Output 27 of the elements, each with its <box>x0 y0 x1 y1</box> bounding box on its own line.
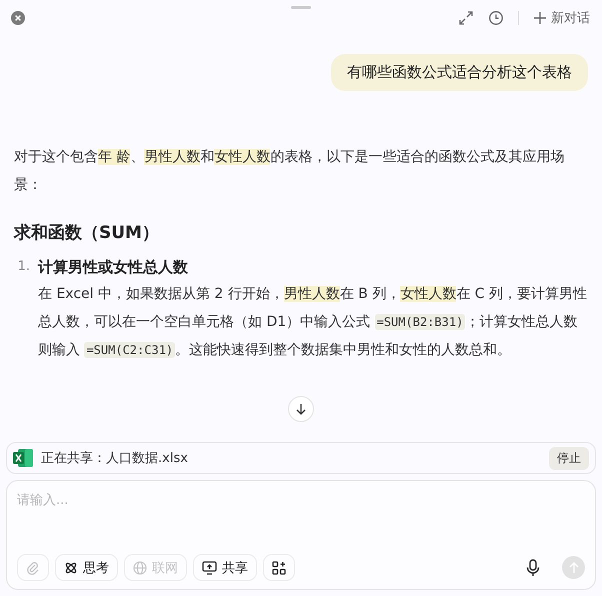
microphone-icon[interactable] <box>526 558 540 576</box>
paperclip-icon <box>26 560 40 574</box>
apps-button[interactable] <box>263 554 295 581</box>
drag-handle[interactable] <box>291 6 311 9</box>
arrow-down-icon <box>295 403 307 415</box>
answer-paragraph: 对于这个包含年 龄、男性人数和女性人数的表格，以下是一些适合的函数公式及其应用场景： <box>14 148 566 195</box>
scroll-down-button[interactable] <box>288 396 314 422</box>
apps-grid-icon <box>272 560 286 574</box>
new-chat-button[interactable]: 新对话 <box>533 9 590 27</box>
arrow-up-icon <box>568 562 578 574</box>
think-button[interactable]: 思考 <box>55 554 118 581</box>
share-button[interactable]: 共享 <box>193 554 257 581</box>
close-icon[interactable] <box>11 11 25 25</box>
atom-icon <box>64 560 78 574</box>
monitor-icon <box>202 560 217 574</box>
history-icon[interactable] <box>488 10 504 26</box>
section-heading: 求和函数（SUM） <box>14 222 160 244</box>
plus-icon <box>533 11 547 25</box>
stop-button[interactable]: 停止 <box>549 446 589 470</box>
share-status: 正在共享：人口数据.xlsx <box>41 450 189 467</box>
spreadsheet-icon <box>13 449 33 467</box>
expand-icon[interactable] <box>458 10 474 26</box>
list-item-text: 在 Excel 中，如果数据从第 2 行开始，男性人数在 B 列，女性人数在 C 列，要计算男性总人数，可以在一个空白单元格（如 D1）中输入公式 =SUM(B2:B31)；计算女性总人数则输入 =SUM(C2:C31)。这能快速得到整个数据集中男性和女性的人数总和。 <box>38 285 588 360</box>
list-number: 1. <box>16 258 30 276</box>
globe-icon <box>133 560 147 574</box>
user-message: 有哪些函数公式适合分析这个表格 <box>331 54 588 91</box>
list-item-title: 计算男性或女性总人数 <box>38 257 189 278</box>
